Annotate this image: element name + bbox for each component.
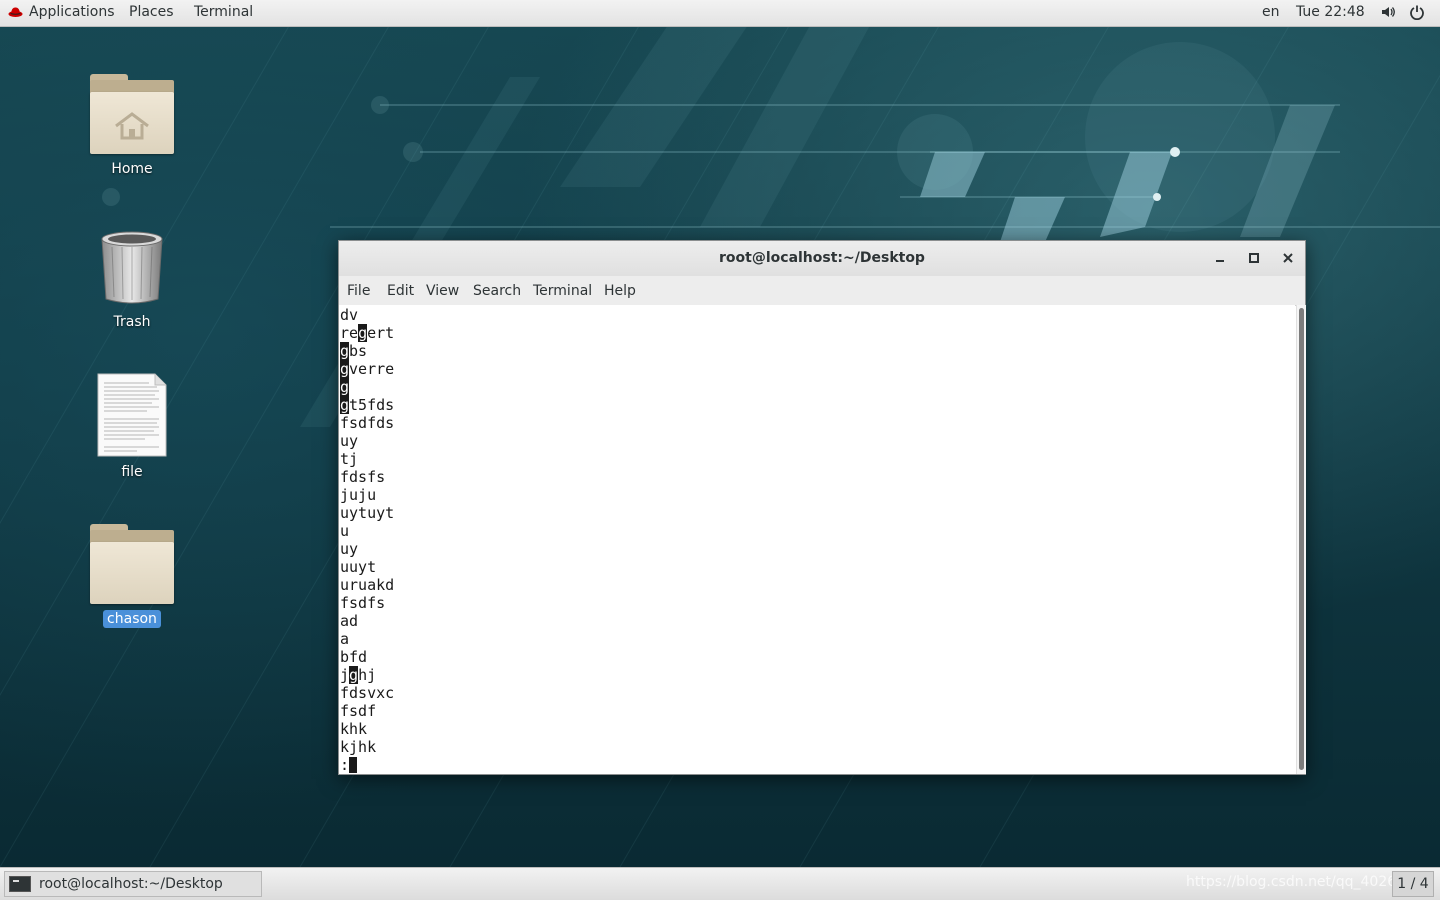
menu-view[interactable]: View: [426, 283, 459, 299]
terminal-line: uytuyt: [340, 504, 395, 522]
terminal-scrollbar[interactable]: [1296, 305, 1306, 774]
terminal-line: uuyt: [340, 558, 377, 576]
language-indicator[interactable]: en: [1262, 4, 1280, 20]
search-match-highlight: g: [358, 324, 368, 342]
workspace-indicator[interactable]: 1 / 4: [1392, 871, 1434, 897]
terminal-icon: [9, 876, 31, 892]
desktop-icon-chason[interactable]: chason: [82, 524, 182, 628]
desktop-icon-file[interactable]: file: [82, 373, 182, 481]
close-icon: [1283, 253, 1293, 263]
trash-icon: [90, 229, 174, 307]
terminal-line: g: [340, 378, 350, 396]
terminal-line: fsdfs: [340, 594, 386, 612]
close-button[interactable]: [1279, 249, 1297, 267]
terminal-line: gt5fds: [340, 396, 395, 414]
terminal-line: uy: [340, 540, 359, 558]
terminal-line: fdsvxc: [340, 684, 395, 702]
terminal-window[interactable]: root@localhost:~/Desktop File Edit View …: [338, 240, 1306, 775]
terminal-line: bfd: [340, 648, 368, 666]
terminal-line: kjhk: [340, 738, 377, 756]
menu-file[interactable]: File: [347, 283, 370, 299]
search-match-highlight: g: [340, 342, 350, 360]
terminal-line: fsdfds: [340, 414, 395, 432]
taskbar-window-label: root@localhost:~/Desktop: [39, 876, 223, 892]
terminal-app-menu[interactable]: Terminal: [194, 4, 253, 20]
terminal-line: fsdf: [340, 702, 377, 720]
taskbar-window-button[interactable]: root@localhost:~/Desktop: [4, 871, 262, 897]
menu-edit[interactable]: Edit: [387, 283, 414, 299]
desktop-icon-label: Trash: [113, 314, 151, 330]
search-match-highlight: g: [349, 666, 359, 684]
applications-label: Applications: [29, 4, 115, 20]
minimize-icon: [1216, 260, 1224, 262]
maximize-button[interactable]: [1245, 249, 1263, 267]
scrollbar-thumb[interactable]: [1299, 308, 1304, 770]
volume-icon[interactable]: [1380, 4, 1396, 24]
home-folder-icon: [90, 74, 174, 154]
terminal-line: juju: [340, 486, 377, 504]
terminal-line: ad: [340, 612, 359, 630]
text-cursor: [349, 757, 358, 773]
clock[interactable]: Tue 22:48: [1296, 4, 1365, 20]
search-match-highlight: g: [340, 396, 350, 414]
redhat-logo-icon: [8, 7, 23, 17]
menu-search[interactable]: Search: [473, 283, 521, 299]
terminal-line: uy: [340, 432, 359, 450]
maximize-icon: [1249, 253, 1259, 263]
text-document-icon: [97, 373, 167, 457]
applications-menu[interactable]: Applications: [8, 4, 115, 20]
terminal-line: jghj: [340, 666, 377, 684]
desktop-icon-label: Home: [111, 161, 153, 177]
window-title: root@localhost:~/Desktop: [719, 250, 925, 266]
folder-icon: [90, 524, 174, 604]
terminal-line: tj: [340, 450, 359, 468]
desktop-icon-trash[interactable]: Trash: [82, 229, 182, 331]
desktop-icon-label: chason: [103, 610, 161, 628]
search-match-highlight: g: [340, 360, 350, 378]
terminal-line: uruakd: [340, 576, 395, 594]
desktop-icon-label: file: [121, 464, 143, 480]
menu-terminal[interactable]: Terminal: [533, 283, 592, 299]
power-icon[interactable]: [1409, 4, 1425, 24]
terminal-output[interactable]: dv regert gbs gverre g gt5fds fsdfds uy tj fdsfs j…: [339, 305, 1295, 774]
terminal-line: gverre: [340, 360, 395, 378]
terminal-line: fdsfs: [340, 468, 386, 486]
minimize-button[interactable]: [1211, 249, 1229, 267]
terminal-prompt-line[interactable]: :: [340, 756, 358, 774]
bottom-panel: root@localhost:~/Desktop https://blog.cs…: [0, 867, 1440, 900]
search-match-highlight: g: [340, 378, 350, 396]
menu-help[interactable]: Help: [604, 283, 636, 299]
places-menu[interactable]: Places: [129, 4, 174, 20]
terminal-line: a: [340, 630, 350, 648]
desktop-icon-home[interactable]: Home: [82, 74, 182, 178]
terminal-menubar: File Edit View Search Terminal Help: [339, 276, 1305, 306]
pager-prompt: :: [340, 756, 350, 774]
terminal-line: gbs: [340, 342, 368, 360]
top-panel: Applications Places Terminal en Tue 22:4…: [0, 0, 1440, 27]
terminal-line: dv: [340, 306, 359, 324]
terminal-line: regert: [340, 324, 395, 342]
window-titlebar[interactable]: root@localhost:~/Desktop: [339, 241, 1305, 277]
terminal-line: khk: [340, 720, 368, 738]
terminal-line: u: [340, 522, 350, 540]
